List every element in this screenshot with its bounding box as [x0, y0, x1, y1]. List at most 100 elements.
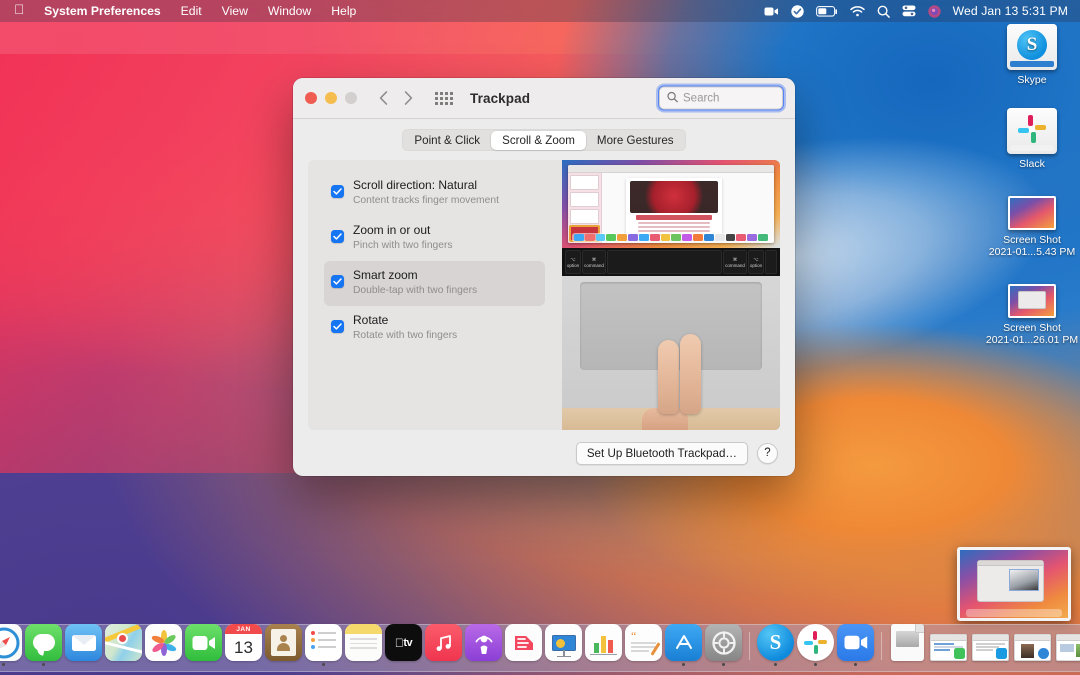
control-center-icon[interactable]	[902, 5, 916, 17]
running-indicator	[1073, 663, 1076, 666]
demo-document-title	[636, 215, 712, 220]
dock-item-contacts[interactable]	[265, 624, 302, 666]
tab-point-and-click[interactable]: Point & Click	[403, 131, 491, 150]
help-button[interactable]: ?	[757, 443, 778, 464]
gesture-demo-video[interactable]: ⌥option ⌘command ⌘command ⌥option	[562, 160, 780, 430]
desktop-icon-label: Skype	[984, 74, 1080, 86]
option-text: Smart zoom Double-tap with two fingers	[353, 268, 477, 298]
running-indicator	[522, 663, 525, 666]
back-chevron-icon[interactable]	[379, 91, 388, 105]
key-arrows	[765, 250, 777, 274]
dock-item-notes[interactable]	[345, 624, 382, 666]
option-zoom-in-or-out[interactable]: Zoom in or out Pinch with two fingers	[324, 216, 545, 261]
desktop-icon-screenshot-1[interactable]: Screen Shot 2021-01...5.43 PM	[984, 196, 1080, 258]
dock-item-numbers[interactable]	[585, 624, 622, 666]
screenshot-thumbnail-icon	[1008, 196, 1056, 230]
checkbox-checked-icon[interactable]	[331, 230, 344, 243]
option-scroll-direction-natural[interactable]: Scroll direction: Natural Content tracks…	[324, 171, 545, 216]
search-field[interactable]: Search	[659, 87, 783, 110]
dock-item-zoom[interactable]	[837, 624, 874, 666]
dock-item-slack[interactable]	[797, 624, 834, 666]
mail-icon	[65, 624, 102, 661]
option-title: Rotate	[353, 313, 457, 328]
segmented-tab-control: Point & Click Scroll & Zoom More Gesture…	[402, 129, 686, 151]
dock-item-reminders[interactable]	[305, 624, 342, 666]
dock-item-podcasts[interactable]	[465, 624, 502, 666]
dock-item-appstore[interactable]	[665, 624, 702, 666]
dock-minimized-document[interactable]	[889, 624, 926, 666]
app-badge-skype	[996, 648, 1007, 659]
podcasts-icon	[465, 624, 502, 661]
dock-item-maps[interactable]	[105, 624, 142, 666]
dock-item-pages[interactable]: “	[625, 624, 662, 666]
set-up-bluetooth-trackpad-button[interactable]: Set Up Bluetooth Trackpad…	[576, 442, 748, 465]
zoom-button[interactable]	[345, 92, 357, 104]
checkmark-circle-icon[interactable]	[791, 5, 804, 18]
dock-item-safari[interactable]	[0, 624, 22, 666]
preview-window	[977, 560, 1044, 602]
running-indicator	[682, 663, 685, 666]
show-all-grid-icon[interactable]	[435, 92, 453, 105]
dock-item-keynote[interactable]	[545, 624, 582, 666]
checkbox-checked-icon[interactable]	[331, 275, 344, 288]
minimize-button[interactable]	[325, 92, 337, 104]
running-indicator	[722, 663, 725, 666]
pages-icon: “	[625, 624, 662, 661]
desktop-icon-screenshot-2[interactable]: Screen Shot 2021-01...26.01 PM	[984, 284, 1080, 346]
desktop-icon-slack[interactable]: Slack	[984, 108, 1080, 170]
dock-item-music[interactable]	[425, 624, 462, 666]
running-indicator	[947, 663, 950, 666]
demo-laptop-screen	[562, 160, 780, 248]
dock-item-facetime[interactable]	[185, 624, 222, 666]
running-indicator	[42, 663, 45, 666]
wifi-icon[interactable]	[850, 6, 865, 17]
demo-app-toolbar	[568, 165, 774, 173]
dock-item-calendar[interactable]: JAN 13	[225, 624, 262, 666]
screenshot-preview-thumbnail[interactable]	[957, 547, 1071, 621]
menu-bar-left:  System Preferences Edit View Window He…	[8, 3, 366, 19]
option-subtitle: Rotate with two fingers	[353, 329, 457, 343]
finger-middle	[680, 334, 701, 414]
dock-item-photos[interactable]	[145, 624, 182, 666]
skype-icon: S	[757, 624, 794, 661]
dock-minimized-window-skype[interactable]	[971, 634, 1010, 666]
spotlight-search-icon[interactable]	[877, 5, 890, 18]
tab-more-gestures[interactable]: More Gestures	[586, 131, 685, 150]
dock-item-messages[interactable]	[25, 624, 62, 666]
menu-item-window[interactable]: Window	[258, 3, 321, 19]
dock-item-mail[interactable]	[65, 624, 102, 666]
menu-item-system-preferences[interactable]: System Preferences	[34, 3, 171, 19]
checkbox-checked-icon[interactable]	[331, 320, 344, 333]
menu-bar-clock[interactable]: Wed Jan 13 5:31 PM	[953, 4, 1068, 18]
close-button[interactable]	[305, 92, 317, 104]
dock-item-skype[interactable]: S	[757, 624, 794, 666]
video-camera-icon[interactable]	[764, 6, 779, 17]
dock-separator	[749, 632, 750, 660]
apple-menu-icon[interactable]: 	[8, 3, 34, 17]
zoom-icon	[837, 624, 874, 661]
dock-minimized-window-appstore[interactable]	[1055, 634, 1080, 666]
option-title: Scroll direction: Natural	[353, 178, 499, 193]
window-titlebar[interactable]: Trackpad Search	[293, 78, 795, 119]
dock-item-system-preferences[interactable]	[705, 624, 742, 666]
menu-item-view[interactable]: View	[212, 3, 258, 19]
forward-chevron-icon[interactable]	[404, 91, 413, 105]
dock-item-appletv[interactable]: tv	[385, 624, 422, 666]
menu-item-help[interactable]: Help	[321, 3, 366, 19]
running-indicator	[854, 663, 857, 666]
dock-item-news[interactable]	[505, 624, 542, 666]
battery-icon[interactable]	[816, 6, 838, 17]
menu-item-edit[interactable]: Edit	[171, 3, 212, 19]
running-indicator	[482, 663, 485, 666]
running-indicator	[162, 663, 165, 666]
dock-minimized-window-photo[interactable]	[1013, 634, 1052, 666]
dock-minimized-window-messages[interactable]	[929, 634, 968, 666]
option-rotate[interactable]: Rotate Rotate with two fingers	[324, 306, 545, 351]
option-smart-zoom[interactable]: Smart zoom Double-tap with two fingers	[324, 261, 545, 306]
checkbox-checked-icon[interactable]	[331, 185, 344, 198]
slack-icon	[797, 624, 834, 661]
running-indicator	[442, 663, 445, 666]
tab-scroll-and-zoom[interactable]: Scroll & Zoom	[491, 131, 586, 150]
desktop-icon-skype[interactable]: S Skype	[984, 24, 1080, 86]
siri-icon[interactable]	[928, 5, 941, 18]
